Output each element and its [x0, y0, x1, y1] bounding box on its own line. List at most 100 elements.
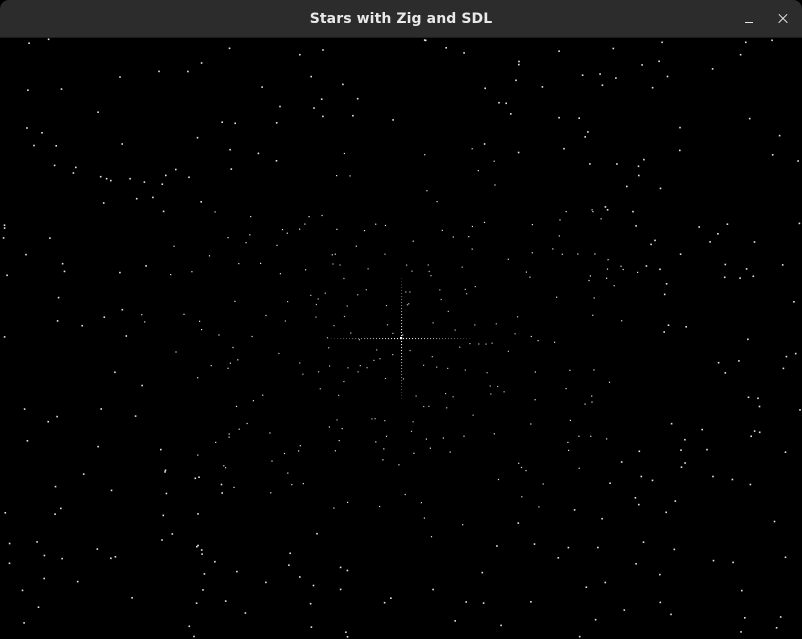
star — [23, 408, 26, 410]
star — [469, 343, 471, 345]
title-bar[interactable]: Stars with Zig and SDL — [0, 0, 802, 38]
star — [229, 148, 231, 151]
star — [345, 631, 347, 633]
star — [110, 489, 113, 492]
star — [472, 414, 474, 416]
star — [578, 635, 581, 638]
star — [401, 326, 403, 328]
star — [706, 448, 708, 451]
star — [310, 626, 313, 628]
star — [375, 441, 377, 443]
star — [220, 483, 223, 486]
star — [482, 602, 485, 604]
star — [275, 122, 278, 124]
star — [439, 289, 441, 291]
star — [291, 484, 293, 486]
star — [481, 571, 484, 574]
star — [401, 302, 403, 304]
star — [96, 548, 99, 550]
star — [299, 445, 301, 447]
star — [102, 202, 105, 204]
star — [230, 168, 233, 170]
star — [430, 536, 433, 538]
starfield — [2, 38, 801, 638]
star — [534, 399, 536, 401]
star — [747, 338, 749, 341]
star — [593, 297, 595, 299]
star — [308, 216, 310, 218]
star — [428, 405, 430, 407]
star — [463, 435, 465, 437]
star — [328, 426, 330, 428]
star — [363, 230, 366, 232]
star — [346, 569, 349, 572]
star — [559, 219, 561, 221]
star — [785, 355, 788, 358]
star — [336, 419, 338, 421]
star — [366, 367, 368, 369]
star — [401, 335, 403, 337]
star — [326, 337, 329, 339]
star — [339, 264, 341, 266]
star — [659, 573, 661, 576]
star — [228, 47, 231, 50]
star — [110, 179, 112, 182]
star — [401, 284, 403, 286]
star — [731, 478, 734, 481]
star — [469, 338, 471, 340]
star — [119, 271, 121, 274]
star — [25, 253, 27, 256]
star — [401, 380, 403, 382]
star — [615, 77, 617, 79]
star — [338, 394, 340, 396]
star — [609, 482, 611, 484]
star — [530, 335, 532, 338]
star — [613, 285, 615, 287]
star — [238, 263, 240, 265]
star — [401, 350, 403, 352]
star — [342, 83, 344, 86]
star — [542, 483, 544, 485]
star — [260, 262, 262, 264]
star — [271, 460, 273, 462]
star — [310, 75, 312, 78]
star — [507, 350, 509, 352]
star — [436, 201, 438, 203]
minimize-button[interactable] — [738, 8, 760, 30]
star — [376, 349, 378, 351]
star — [466, 293, 468, 295]
star — [144, 321, 146, 323]
close-button[interactable] — [772, 8, 794, 30]
star — [279, 105, 281, 108]
star — [401, 356, 403, 358]
star — [398, 464, 400, 466]
star — [658, 60, 660, 63]
star — [404, 493, 406, 496]
star — [143, 181, 146, 183]
star — [200, 549, 203, 551]
star — [193, 635, 195, 638]
star — [334, 450, 336, 452]
star — [198, 476, 200, 478]
star — [276, 244, 278, 246]
star — [406, 304, 408, 306]
star — [333, 507, 335, 509]
star — [27, 89, 29, 91]
star — [781, 264, 784, 266]
star — [401, 287, 403, 289]
star — [554, 341, 556, 343]
star — [385, 305, 388, 307]
star — [162, 514, 165, 517]
star — [679, 253, 682, 255]
star — [364, 338, 366, 340]
star — [119, 76, 121, 78]
star — [401, 317, 403, 319]
star — [33, 144, 35, 147]
star — [170, 274, 172, 276]
star — [424, 154, 426, 156]
star — [343, 380, 345, 383]
star — [558, 116, 560, 119]
star — [223, 465, 225, 467]
star — [270, 492, 272, 494]
star — [558, 50, 560, 52]
